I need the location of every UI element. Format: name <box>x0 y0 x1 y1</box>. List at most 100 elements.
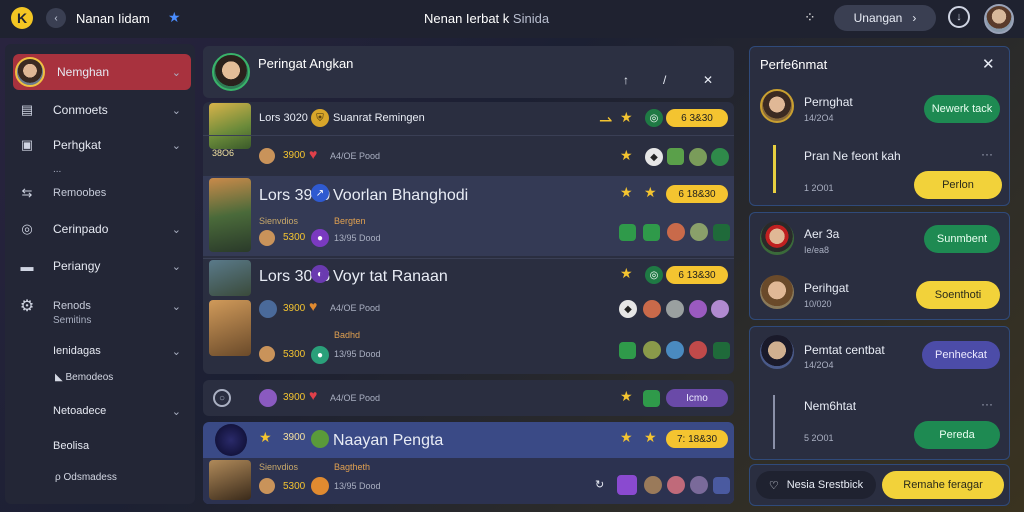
quest-name[interactable]: Naayan Pengta <box>333 432 443 450</box>
profile-avatar[interactable] <box>984 4 1014 34</box>
sidebar-item-ienidagas[interactable]: Ienidagas ⌄ <box>13 333 191 369</box>
character-thumbnail[interactable] <box>209 460 251 500</box>
reward-pill[interactable]: 6 3&30 <box>666 109 728 127</box>
share-icon: ⇆ <box>21 185 33 200</box>
star-icon: ★ <box>620 184 633 200</box>
quest-name[interactable]: Voorlan Bhanghodi <box>333 187 468 205</box>
footer-right-button[interactable]: Remahe feragar <box>882 471 1004 499</box>
download-icon[interactable]: ↓ <box>948 6 970 28</box>
avatar <box>259 230 275 246</box>
grid-icon[interactable]: ⁘ <box>804 9 816 26</box>
character-thumbnail[interactable] <box>209 260 251 296</box>
reward-pill[interactable]: Icmo <box>666 389 728 407</box>
reward-pill[interactable]: 7: 18&30 <box>666 430 728 448</box>
entry-sub: 5 2O01 <box>804 433 834 443</box>
stat-text: 13/95 Dood <box>334 349 381 359</box>
close-icon[interactable]: ✕ <box>703 73 713 87</box>
entry-action-button[interactable]: Soenthoti <box>916 281 1000 309</box>
reward-pill[interactable]: 6 18&30 <box>666 185 728 203</box>
item-icon <box>619 224 636 241</box>
chevron-down-icon: ⌄ <box>171 345 181 358</box>
character-thumbnail[interactable] <box>209 300 251 356</box>
arrow-icon: ↗ <box>311 184 329 202</box>
more-icon[interactable]: ··· <box>981 397 993 411</box>
stat-value: 5300 <box>283 481 306 492</box>
sidebar-item-cerinpado[interactable]: ◎ Cerinpado ⌄ <box>13 211 191 247</box>
reward-pill[interactable]: 6 13&30 <box>666 266 728 284</box>
sidebar-item-conmoets[interactable]: ▤ Conmoets ⌄ <box>13 92 191 128</box>
item-icon <box>644 476 662 494</box>
sidebar-item-remoobes[interactable]: ⇆ Remoobes <box>13 175 191 211</box>
item-icon <box>689 300 707 318</box>
star-icon: ★ <box>620 429 633 445</box>
quest-group-selected[interactable]: ★ 3900 Naayan Pengta ★ ★ 7: 18&30 Sienvd… <box>203 422 734 504</box>
sub-label: Badhd <box>334 330 361 340</box>
stat-text: 13/95 Dood <box>334 233 381 243</box>
item-icon <box>619 342 636 359</box>
sidebar-sub-bemodeos[interactable]: ◣ Bemodeos <box>55 372 113 383</box>
avatar <box>760 335 794 369</box>
sidebar-item-netoadece[interactable]: Netoadece ⌄ <box>13 393 191 429</box>
star-icon: ★ <box>620 109 633 125</box>
item-icon <box>713 477 730 494</box>
quest-name[interactable]: Suanrat Remingen <box>333 112 425 124</box>
search-button[interactable]: Unangan › <box>834 5 936 31</box>
item-icon: ◆ <box>619 300 637 318</box>
chevron-down-icon: ⌄ <box>171 260 181 273</box>
panel-title: Perfe6nmat <box>760 57 828 72</box>
wallet-icon: ▬ <box>20 258 34 274</box>
close-icon[interactable]: ✕ <box>982 55 995 73</box>
entry-action-button[interactable]: Newerk tack <box>924 95 1000 123</box>
character-thumbnail[interactable] <box>209 103 251 149</box>
entry-name: Nem6htat <box>804 399 857 413</box>
sidebar-item-perhgkat[interactable]: ▣ Perhgkat ⌄ <box>13 127 191 163</box>
sidebar-sub-dots: ... <box>53 164 62 175</box>
character-thumbnail[interactable] <box>215 424 247 456</box>
sidebar-item-beolisa[interactable]: Beolisa <box>13 428 191 464</box>
entry-action-button[interactable]: Pereda <box>914 421 1000 449</box>
stat-value: 5300 <box>283 349 306 360</box>
item-icon <box>667 223 685 241</box>
footer-left-button[interactable]: ♡ Nesia Srestbick <box>756 471 876 499</box>
back-button[interactable]: ‹ <box>46 8 66 28</box>
search-label: Unangan <box>853 11 903 25</box>
stat-value: 3900 <box>283 392 306 403</box>
shield-icon: ⛨ <box>311 109 329 127</box>
avatar <box>259 346 275 362</box>
username-label: Nanan Iidam <box>76 11 150 26</box>
item-icon <box>689 148 707 166</box>
edit-icon[interactable]: / <box>663 73 666 87</box>
sort-icon[interactable]: ↑ <box>623 73 629 87</box>
item-icon <box>311 430 329 448</box>
entry-action-button[interactable]: Penheckat <box>922 341 1000 369</box>
entry-name: Pemtat centbat <box>804 343 885 357</box>
item-icon <box>643 390 660 407</box>
search-icon[interactable]: ○ <box>213 389 231 407</box>
stat-value: 3900 <box>283 150 306 161</box>
entry-action-button[interactable]: Perlon <box>914 171 1002 199</box>
quest-row[interactable]: ○ 3900 ♥ A4/OE Pood ★ Icmo <box>203 380 734 416</box>
quest-group: 38O6 Lors 3020 ⛨ Suanrat Remingen ⇀ ★ ◎ … <box>203 102 734 374</box>
sidebar-item-label: Cerinpado <box>53 222 109 236</box>
more-icon[interactable]: ··· <box>981 147 993 161</box>
sidebar-sub-odsmadess[interactable]: ρ Odsmadess <box>55 472 117 483</box>
character-thumbnail[interactable] <box>209 178 251 252</box>
gear-icon: ⚙ <box>19 298 35 315</box>
sidebar-item-periangy[interactable]: ▬ Periangy ⌄ <box>13 248 191 284</box>
item-icon: ◆ <box>645 148 663 166</box>
sidebar-item-renods[interactable]: ⚙ Renods ⌄ <box>13 288 191 324</box>
refresh-icon[interactable]: ↻ <box>595 478 604 491</box>
entry-action-button[interactable]: Sunmbent <box>924 225 1000 253</box>
sidebar-item-nemghan[interactable]: Nemghan ⌄ <box>13 54 191 90</box>
chevron-down-icon: ⌄ <box>171 300 181 313</box>
star-icon[interactable]: ★ <box>168 9 181 26</box>
footer-left-label: Nesia Srestbick <box>786 479 864 491</box>
star-icon: ★ <box>620 388 633 404</box>
panel-card: Pemtat centbat 14/2O4 Penheckat Nem6htat… <box>749 326 1010 460</box>
gem-icon: ● <box>311 229 329 247</box>
coin-icon: ◎ <box>645 266 663 284</box>
star-icon: ★ <box>644 429 657 445</box>
arrow-icon: ⇀ <box>599 113 613 130</box>
app-logo[interactable]: K <box>11 7 33 29</box>
quest-name[interactable]: Voyr tat Ranaan <box>333 268 448 286</box>
